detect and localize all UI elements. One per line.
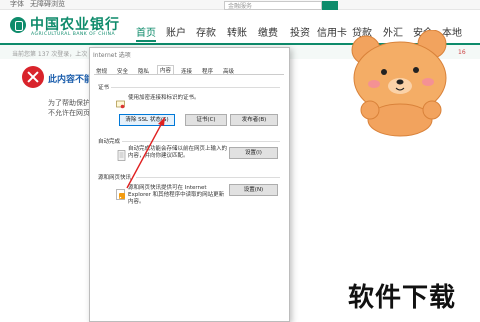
watermark-text: 软件下载 — [348, 283, 457, 313]
bear-sticker-icon — [351, 30, 447, 137]
